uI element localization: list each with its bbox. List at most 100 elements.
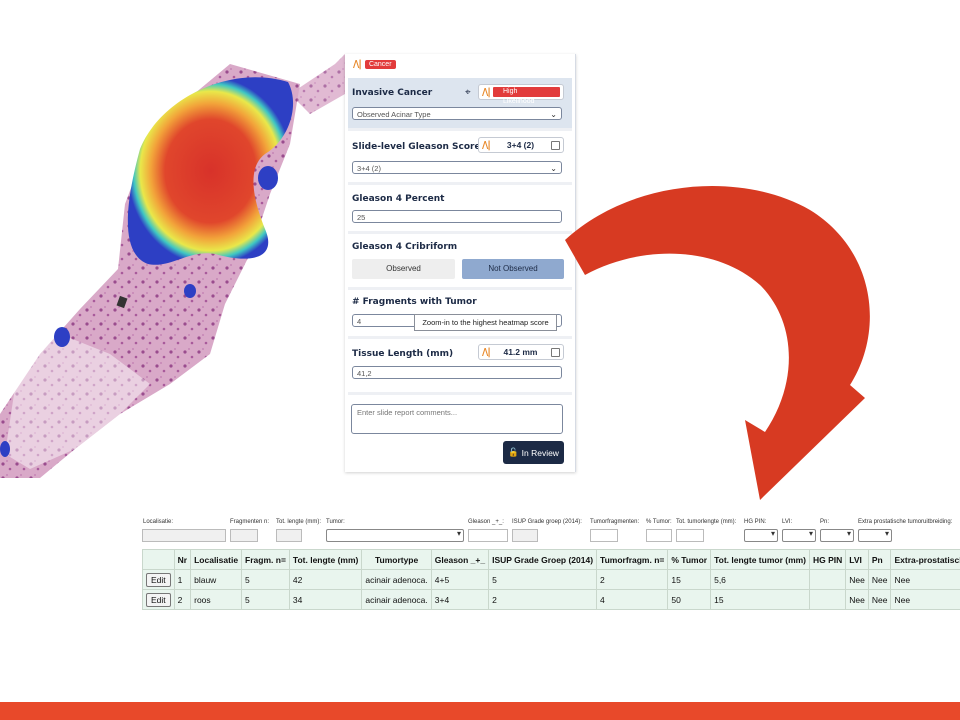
gleason-score-select[interactable]: 3+4 (2) ⌄: [352, 161, 562, 174]
fragments-title: # Fragments with Tumor: [352, 297, 477, 307]
extra-select[interactable]: [858, 529, 892, 542]
localisatie-input[interactable]: [142, 529, 226, 542]
tissue-length-title: Tissue Length (mm): [352, 349, 454, 359]
cell-pct-tumor: 50: [667, 589, 712, 610]
cell-tumortype: acinair adenoca.: [361, 569, 432, 590]
cell-tot-lengte: 42: [288, 569, 363, 590]
copy-icon[interactable]: [551, 140, 560, 150]
label-isup: ISUP Grade groep (2014):: [512, 519, 582, 525]
cell-localisatie: blauw: [190, 569, 243, 590]
col-header: Nr: [173, 549, 192, 570]
label-fragmenten: Fragmenten n:: [230, 519, 270, 525]
chevron-down-icon: ⌄: [550, 110, 557, 119]
col-header: Tot. lengte (mm): [288, 549, 363, 570]
label-pn: Pn:: [820, 519, 830, 525]
col-header: LVI: [845, 549, 869, 570]
high-likelihood-label: High Likelihood: [492, 87, 560, 105]
gleason-ai-chip[interactable]: /\| 3+4 (2): [478, 137, 564, 153]
cell-hg-pin: [809, 569, 847, 590]
cell-hg-pin: [809, 589, 847, 610]
lock-icon: 🔓: [508, 447, 519, 457]
edit-button[interactable]: Edit: [146, 592, 171, 607]
cell-extra: Nee: [890, 589, 960, 610]
hg-pin-select[interactable]: [744, 529, 778, 542]
ai-logo-icon: /\|: [353, 58, 362, 70]
label-tumorfragmenten: Tumorfragmenten:: [590, 519, 640, 525]
col-header: Extra-prostatische tu: [890, 549, 960, 570]
cell-gleason: 3+4: [430, 589, 490, 610]
cell-nr: 2: [173, 589, 192, 610]
comment-textarea[interactable]: Enter slide report comments...: [351, 404, 563, 434]
tot-lengte-input[interactable]: [276, 529, 302, 542]
gleason-input[interactable]: [468, 529, 508, 542]
tissue-length-card: Tissue Length (mm) /\| 41.2 mm 41,2: [348, 340, 572, 395]
edit-button[interactable]: Edit: [146, 572, 171, 587]
tumor-select[interactable]: [326, 529, 464, 542]
cell-isup: 2: [488, 589, 598, 610]
footer-accent-bar: [0, 702, 960, 720]
label-tumor: Tumor:: [326, 519, 345, 525]
cell-tumorfragm: 4: [596, 589, 669, 610]
cell-isup: 5: [488, 569, 598, 590]
cell-fragm: 5: [241, 569, 290, 590]
chevron-down-icon: ⌄: [550, 164, 557, 173]
cell-pct-tumor: 15: [667, 569, 712, 590]
tissue-heatmap-image[interactable]: [0, 54, 345, 478]
in-review-label: In Review: [521, 447, 559, 458]
cell-lvi: Nee: [845, 569, 869, 590]
lis-results-table: Nr Localisatie Fragm. n= Tot. lengte (mm…: [142, 549, 960, 610]
cell-nr: 1: [173, 569, 192, 590]
tissue-length-ai-chip[interactable]: /\| 41.2 mm: [478, 344, 564, 360]
ai-logo-icon: /\|: [482, 139, 491, 151]
tumorfragmenten-input[interactable]: [590, 529, 618, 542]
tot-tumorlengte-input[interactable]: [676, 529, 704, 542]
acinar-type-select[interactable]: Observed Acinar Type ⌄: [352, 107, 562, 120]
label-lvi: LVI:: [782, 519, 793, 525]
table-header-row: Nr Localisatie Fragm. n= Tot. lengte (mm…: [142, 549, 960, 570]
col-header: Fragm. n=: [241, 549, 290, 570]
cell-tot-lengte: 34: [288, 589, 363, 610]
label-gleason: Gleason _+_:: [468, 519, 504, 525]
tissue-length-input[interactable]: 41,2: [352, 366, 562, 379]
cell-gleason: 4+5: [430, 569, 490, 590]
fragmenten-input[interactable]: [230, 529, 258, 542]
observed-button[interactable]: Observed: [352, 259, 455, 279]
label-tot-lengte: Tot. lengte (mm):: [276, 519, 322, 525]
acinar-type-value: Observed Acinar Type: [357, 110, 431, 119]
cell-localisatie: roos: [190, 589, 243, 610]
col-header: Tumortype: [361, 549, 432, 570]
label-localisatie: Localisatie:: [143, 519, 174, 525]
ai-logo-icon: /\|: [482, 86, 491, 98]
pct-tumor-input[interactable]: [646, 529, 672, 542]
pn-select[interactable]: [820, 529, 854, 542]
copy-icon[interactable]: [551, 347, 560, 357]
cell-tumortype: acinair adenoca.: [361, 589, 432, 610]
high-likelihood-chip[interactable]: /\| High Likelihood: [478, 84, 564, 105]
ai-report-panel: /\| Cancer Invasive Cancer ⌖ /\| High Li…: [345, 54, 576, 472]
label-extra: Extra prostatische tumoruitbreiding:: [858, 519, 953, 525]
heatmap-tooltip: Zoom-in to the highest heatmap score: [414, 314, 557, 331]
col-header: Tumorfragm. n=: [596, 549, 669, 570]
col-header: [142, 549, 175, 570]
invasive-cancer-title: Invasive Cancer: [352, 88, 433, 98]
cell-pn: Nee: [867, 589, 892, 610]
gleason-score-value: 3+4 (2): [357, 164, 381, 173]
cribriform-card: Gleason 4 Cribriform Observed Not Observ…: [348, 235, 572, 290]
invasive-cancer-card: Invasive Cancer ⌖ /\| High Likelihood Ob…: [348, 78, 572, 131]
cell-tumorfragm: 2: [596, 569, 669, 590]
col-header: HG PIN: [809, 549, 847, 570]
tissue-length-ai-value: 41.2 mm: [503, 347, 538, 357]
locate-target-icon[interactable]: ⌖: [465, 87, 471, 98]
gleason4-percent-input[interactable]: 25: [352, 210, 562, 223]
not-observed-button[interactable]: Not Observed: [462, 259, 564, 279]
edit-cell: Edit: [142, 589, 175, 610]
gleason-ai-value: 3+4 (2): [506, 140, 535, 150]
edit-cell: Edit: [142, 569, 175, 590]
in-review-button[interactable]: 🔓 In Review: [503, 441, 564, 464]
isup-input[interactable]: [512, 529, 538, 542]
cell-fragm: 5: [241, 589, 290, 610]
ai-logo-icon: /\|: [482, 346, 491, 358]
lvi-select[interactable]: [782, 529, 816, 542]
label-tot-tumorlengte: Tot. tumorlengte (mm):: [676, 519, 737, 525]
label-pct-tumor: % Tumor:: [646, 519, 672, 525]
